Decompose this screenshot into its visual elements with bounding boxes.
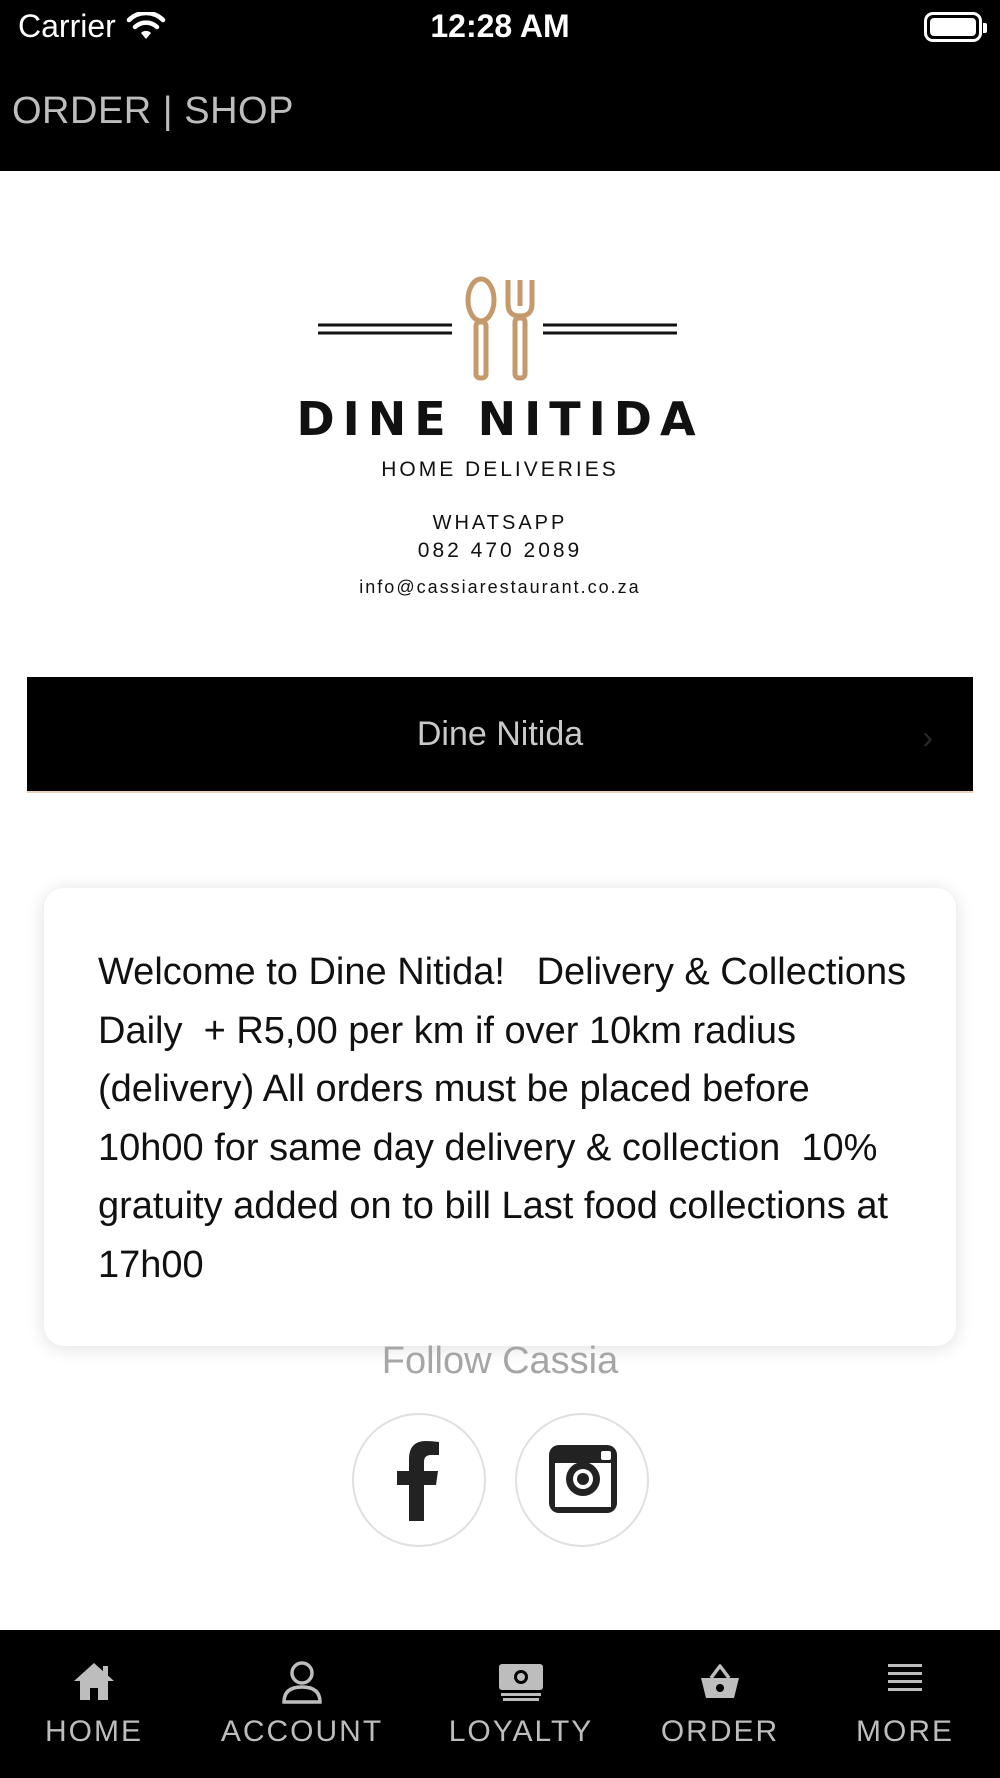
instagram-icon — [549, 1445, 617, 1513]
whatsapp-label: WHATSAPP — [432, 512, 568, 534]
facebook-button[interactable] — [352, 1413, 486, 1547]
shop-select-button[interactable]: Dine Nitida › — [27, 677, 973, 793]
chevron-right-icon: › — [922, 719, 933, 755]
follow-label: Follow Cassia — [381, 1340, 619, 1382]
facebook-icon — [397, 1441, 439, 1521]
shop-name: Dine Nitida — [416, 715, 584, 753]
tab-loyalty[interactable]: LOYALTY — [446, 1630, 596, 1778]
phone-number: 082 470 2089 — [417, 539, 583, 562]
cutlery-logo-icon — [318, 276, 677, 381]
bottom-tab-bar: HOME ACCOUNT LOYALTY ORDER MORE — [0, 1630, 1000, 1778]
brand-name: DINE NITIDA — [296, 392, 704, 446]
tab-home[interactable]: HOME — [36, 1630, 152, 1778]
account-icon — [282, 1661, 322, 1704]
brand-logo: DINE NITIDA HOME DELIVERIES WHATSAPP 082… — [0, 270, 1000, 610]
welcome-card: Welcome to Dine Nitida! Delivery & Colle… — [44, 888, 956, 1346]
tab-order[interactable]: ORDER — [660, 1630, 780, 1778]
menu-icon — [888, 1664, 922, 1691]
home-icon — [74, 1663, 114, 1700]
email-address: info@cassiarestaurant.co.za — [359, 577, 641, 597]
welcome-message: Welcome to Dine Nitida! Delivery & Colle… — [98, 951, 917, 1286]
tab-label-account: ACCOUNT — [220, 1715, 384, 1748]
page-title: ORDER | SHOP — [12, 90, 294, 132]
brand-subtitle: HOME DELIVERIES — [381, 458, 619, 481]
tab-more[interactable]: MORE — [850, 1630, 960, 1778]
instagram-button[interactable] — [515, 1413, 649, 1547]
tab-label-more: MORE — [856, 1715, 954, 1748]
tab-label-home: HOME — [45, 1715, 143, 1748]
battery-icon — [924, 12, 987, 42]
tab-label-loyalty: LOYALTY — [448, 1715, 594, 1748]
tab-account[interactable]: ACCOUNT — [214, 1630, 390, 1778]
loyalty-icon — [499, 1664, 543, 1701]
top-header: Carrier 12:28 AM ORDER | SHOP — [0, 0, 1000, 171]
tab-label-order: ORDER — [660, 1715, 780, 1748]
basket-icon — [701, 1664, 739, 1698]
status-time: 12:28 AM — [430, 8, 570, 44]
